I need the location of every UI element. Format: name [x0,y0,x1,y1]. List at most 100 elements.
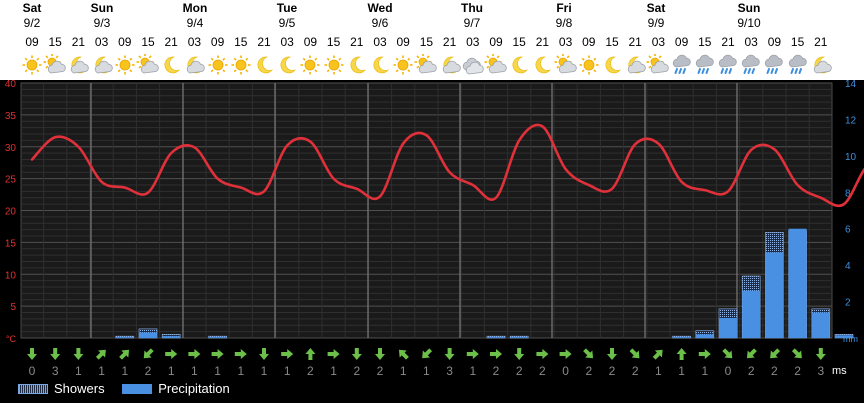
wind-arrow-icon [95,349,106,360]
wind-speed-label: 1 [237,364,244,378]
wind-arrow-icon [73,348,84,360]
wind-arrow-icon [351,348,362,360]
hour-label: 09 [396,35,410,49]
y-right-tick: 6 [845,225,851,236]
wind-speed-label: 1 [284,364,291,378]
rain-icon [739,54,763,76]
legend-precipitation: Precipitation [122,381,230,396]
moon-icon [275,54,299,76]
wind-speed-label: 2 [794,364,801,378]
y-right-tick: 12 [845,115,857,126]
wind-arrow-icon [629,348,640,359]
forecast-header: Sat 9/2 Sun 9/3 Mon 9/4 Tue 9/5 Wed 9/6 Thu 9/7 Fri 9… [0,0,864,80]
day-name: Tue [276,1,298,15]
wind-arrow-icon [375,348,385,360]
wind-arrow-icon [698,349,711,359]
sun-icon [20,54,44,76]
precipitation-bar [510,337,529,338]
wind-arrow-icon [770,348,781,359]
wind-speed-label: 2 [748,364,755,378]
hour-label: 21 [71,35,86,49]
precipitation-bar [765,252,784,338]
rain-icon [693,54,717,76]
legend-showers: Showers [18,381,105,396]
wind-arrow-icon [559,349,572,359]
wind-arrow-icon [327,349,340,359]
precipitation-bar [672,337,691,338]
hour-label: 03 [373,35,387,49]
day-date: 9/8 [555,16,573,30]
hour-label: 15 [512,35,526,49]
sun-icon [391,54,415,76]
moon-cloud-icon [66,54,90,76]
moon-icon [507,54,531,76]
wind-speed-label: 1 [261,364,268,378]
wind-speed-label: 2 [493,364,500,378]
y-left-tick: 20 [5,207,17,218]
day-name: Thu [461,1,483,15]
day-name: Fri [556,1,572,15]
hour-label: 21 [257,35,271,49]
sun-cloud-icon [414,53,438,76]
wind-speed-label: 2 [771,364,778,378]
day-date: 9/3 [93,16,111,30]
hour-label: 03 [280,35,294,49]
day-date: 9/5 [278,16,296,30]
wind-speed-label: 2 [609,364,616,378]
wind-speed-label: 2 [353,364,360,378]
hour-label: 15 [790,35,805,49]
wind-arrow-icon [259,348,269,360]
legend-precipitation-label: Precipitation [158,381,230,396]
precipitation-bar [162,336,181,338]
precipitation-bar [487,337,505,338]
wind-arrow-icon [234,349,247,359]
precipitation-bar [835,335,853,338]
day-name: Sun [90,1,114,15]
wind-arrow-icon [211,349,224,359]
wind-speed-label: 0 [29,364,36,378]
moon-cloud-icon [438,54,462,76]
hour-label: 21 [628,35,642,49]
precipitation-bar [719,317,737,338]
moon-cloud-icon [809,54,833,76]
hour-label: 15 [605,35,619,49]
wind-speed-label: 1 [655,364,662,378]
wind-arrow-icon [165,349,178,359]
hour-label: 03 [651,35,666,49]
hour-label: 21 [814,35,828,49]
wind-speed-label: 0 [562,364,569,378]
temperature-precipitation-chart: 40 35 30 25 20 15 10 5 °C 14 12 10 8 6 4 2 mm [0,79,864,358]
hour-label: 21 [164,35,178,49]
wind-speed-label: 0 [725,364,732,378]
hour-label: 09 [303,35,318,49]
wind-arrow-icon [188,349,201,359]
rain-icon [762,54,786,76]
hour-label: 09 [25,35,39,49]
hour-label: 09 [210,35,225,49]
wind-speed-label: 1 [701,364,708,378]
cloud-icon [461,54,485,76]
wind-speed-label: 3 [446,364,453,378]
wind-speed-label: 3 [52,364,59,378]
wind-speed-label: 1 [469,364,476,378]
hour-label: 09 [118,35,132,49]
precipitation-bar [742,290,761,338]
y-left-tick: 40 [5,80,17,90]
moon-cloud-icon [182,54,206,76]
hour-label: 03 [558,35,573,49]
wind-svg: 0 3 1 1 1 2 1 1 1 1 1 1 2 1 2 2 1 1 3 1 2 2 2 0 2 2 2 1 1 1 0 2 2 2 3 [27,348,826,378]
moon-cloud-icon [90,54,114,76]
wind-arrow-icon [746,348,757,359]
wind-speed-label: 3 [817,364,824,378]
wind-arrow-icon [490,349,502,359]
day-date: 9/6 [371,16,389,30]
y-left-unit: °C [6,334,17,344]
hour-label: 21 [442,35,457,49]
moon-icon [159,54,183,76]
wind-speed-label: 1 [214,364,221,378]
sun-icon [577,54,601,76]
day-name: Sat [22,1,42,15]
moon-icon [345,54,369,76]
sun-icon [229,54,253,76]
hour-label: 15 [326,35,341,49]
